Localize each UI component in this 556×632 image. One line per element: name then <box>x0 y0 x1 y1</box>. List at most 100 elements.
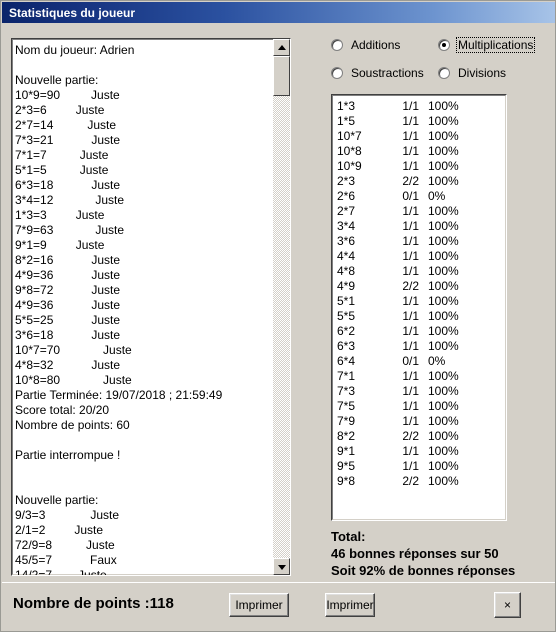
stats-operation: 10*7 <box>337 129 362 143</box>
stats-ratio: 1/1 <box>402 219 419 233</box>
log-entry-result: Juste <box>103 373 132 387</box>
stats-percentage: 100% <box>428 429 459 443</box>
stats-percentage: 0% <box>428 189 446 203</box>
stats-operation: 6*4 <box>337 354 356 368</box>
log-entry-operation: 9/3=3 <box>15 508 46 522</box>
log-entry-result: Juste <box>91 358 121 372</box>
radio-button-icon[interactable] <box>331 67 343 79</box>
stats-ratio: 1/1 <box>402 399 419 413</box>
stats-operation: 10*8 <box>337 144 362 158</box>
stats-percentage: 100% <box>428 264 459 278</box>
print-log-button[interactable]: Imprimer <box>229 593 289 617</box>
total-points-label: Nombre de points :118 <box>13 595 174 612</box>
stats-row: 6*4 0/1 0% <box>337 354 505 369</box>
log-entry-result: Juste <box>75 208 105 222</box>
radio-soustractions[interactable]: Soustractions <box>331 65 426 81</box>
session-header: Nouvelle partie: <box>15 493 99 507</box>
log-entry-result: Juste <box>86 538 115 552</box>
log-entry-result: Juste <box>95 223 125 237</box>
log-entry-result: Juste <box>95 193 125 207</box>
stats-ratio: 1/1 <box>402 414 419 428</box>
radio-multiplications[interactable]: Multiplications <box>438 37 536 53</box>
log-entry-row: 3*4=12 Juste <box>15 193 272 208</box>
radio-button-icon[interactable] <box>331 39 343 51</box>
log-entry-row: 10*7=70 Juste <box>15 343 272 358</box>
stats-percentage: 100% <box>428 144 459 158</box>
stats-percentage: 100% <box>428 204 459 218</box>
stats-ratio: 1/1 <box>402 264 419 278</box>
close-button[interactable]: × <box>494 592 521 618</box>
log-entry-result: Faux <box>90 553 117 567</box>
stats-ratio: 2/2 <box>402 279 419 293</box>
stats-row: 4*8 1/1 100% <box>337 264 505 279</box>
stats-ratio: 1/1 <box>402 159 419 173</box>
radio-additions[interactable]: Additions <box>331 37 402 53</box>
stats-row: 10*8 1/1 100% <box>337 144 505 159</box>
log-entry-row: 9/3=3 Juste <box>15 508 272 523</box>
stats-row: 3*6 1/1 100% <box>337 234 505 249</box>
stats-table-content: 1*3 1/1 100% 1*5 1/1 100% 10*7 1/1 100% 10*8 1/1 10… <box>333 96 505 519</box>
stats-percentage: 100% <box>428 279 459 293</box>
log-entry-operation: 10*7=70 <box>15 343 61 357</box>
log-entry-operation: 1*3=3 <box>15 208 47 222</box>
log-entry-result: Juste <box>74 523 104 537</box>
log-entry-result: Juste <box>91 283 121 297</box>
print-stats-button[interactable]: Imprimer <box>325 593 375 617</box>
game-log-scrollbar[interactable] <box>273 39 290 575</box>
stats-row: 7*5 1/1 100% <box>337 399 505 414</box>
stats-percentage: 100% <box>428 174 459 188</box>
log-entry-operation: 4*9=36 <box>15 298 54 312</box>
stats-operation: 9*8 <box>337 474 356 488</box>
stats-ratio: 0/1 <box>402 354 419 368</box>
log-entry-row: 5*5=25 Juste <box>15 313 272 328</box>
log-entry-row: 5*1=5 Juste <box>15 163 272 178</box>
stats-operation: 3*6 <box>337 234 356 248</box>
log-entry-row: 14/2=7 Juste <box>15 568 272 575</box>
stats-percentage: 100% <box>428 384 459 398</box>
log-entry-operation: 3*4=12 <box>15 193 54 207</box>
log-entry-operation: 3*6=18 <box>15 328 54 342</box>
stats-row: 8*2 2/2 100% <box>337 429 505 444</box>
stats-row: 2*6 0/1 0% <box>337 189 505 204</box>
stats-operation: 5*1 <box>337 294 356 308</box>
title-bar: Statistiques du joueur <box>2 2 555 23</box>
stats-ratio: 1/1 <box>402 339 419 353</box>
radio-button-icon[interactable] <box>438 67 450 79</box>
stats-ratio: 1/1 <box>402 129 419 143</box>
stats-row: 9*5 1/1 100% <box>337 459 505 474</box>
stats-row: 7*3 1/1 100% <box>337 384 505 399</box>
stats-ratio: 1/1 <box>402 144 419 158</box>
log-entry-operation: 2*3=6 <box>15 103 47 117</box>
radio-button-icon[interactable] <box>438 39 450 51</box>
radio-divisions[interactable]: Divisions <box>438 65 508 81</box>
stats-listbox[interactable]: 1*3 1/1 100% 1*5 1/1 100% 10*7 1/1 100% 10*8 1/1 10… <box>331 94 507 521</box>
log-entry-result: Juste <box>78 568 107 575</box>
log-entry-operation: 7*9=63 <box>15 223 54 237</box>
stats-operation: 9*5 <box>337 459 356 473</box>
stats-percentage: 100% <box>428 414 459 428</box>
log-entry-operation: 9*1=9 <box>15 238 47 252</box>
log-entry-result: Juste <box>91 328 121 342</box>
scroll-down-arrow-icon[interactable] <box>273 558 290 575</box>
log-entry-row: 45/5=7 Faux <box>15 553 272 568</box>
scrollbar-thumb[interactable] <box>273 56 290 96</box>
log-entry-operation: 5*1=5 <box>15 163 47 177</box>
session-score-line: Score total: 20/20 <box>15 403 110 417</box>
stats-ratio: 2/2 <box>402 174 419 188</box>
stats-operation: 1*5 <box>337 114 356 128</box>
stats-row: 10*9 1/1 100% <box>337 159 505 174</box>
stats-operation: 8*2 <box>337 429 356 443</box>
stats-operation: 1*3 <box>337 99 356 113</box>
stats-percentage: 100% <box>428 474 459 488</box>
stats-operation: 3*4 <box>337 219 356 233</box>
scrollbar-track[interactable] <box>273 56 290 558</box>
game-log-listbox[interactable]: Nom du joueur: Adrien Nouvelle partie: 10*… <box>11 38 291 576</box>
log-entry-row: 2/1=2 Juste <box>15 523 272 538</box>
stats-percentage: 100% <box>428 309 459 323</box>
log-entry-result: Juste <box>75 103 105 117</box>
scroll-up-arrow-icon[interactable] <box>273 39 290 56</box>
log-entry-operation: 4*9=36 <box>15 268 54 282</box>
log-spacer <box>15 463 272 478</box>
stats-ratio: 0/1 <box>402 189 419 203</box>
log-entry-result: Juste <box>91 313 121 327</box>
